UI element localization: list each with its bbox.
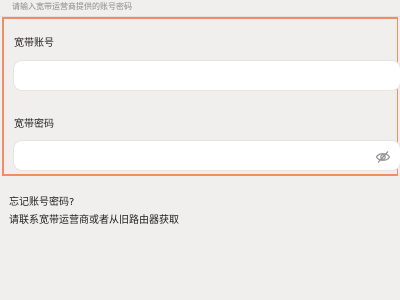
account-input-box[interactable]	[13, 60, 400, 91]
forgot-credentials-description: 请联系宽带运营商或者从旧路由器获取	[9, 215, 179, 226]
hint-text: 请输入宽带运营商提供的账号密码	[12, 2, 132, 11]
account-input[interactable]	[14, 61, 400, 90]
forgot-credentials-title: 忘记账号密码?	[9, 197, 75, 208]
password-label: 宽带密码	[14, 119, 54, 130]
account-label: 宽带账号	[14, 38, 54, 49]
password-input-box[interactable]	[13, 140, 400, 171]
eye-icon[interactable]	[375, 149, 391, 163]
password-input[interactable]	[14, 141, 400, 170]
credentials-form: 宽带账号 宽带密码	[2, 17, 400, 176]
